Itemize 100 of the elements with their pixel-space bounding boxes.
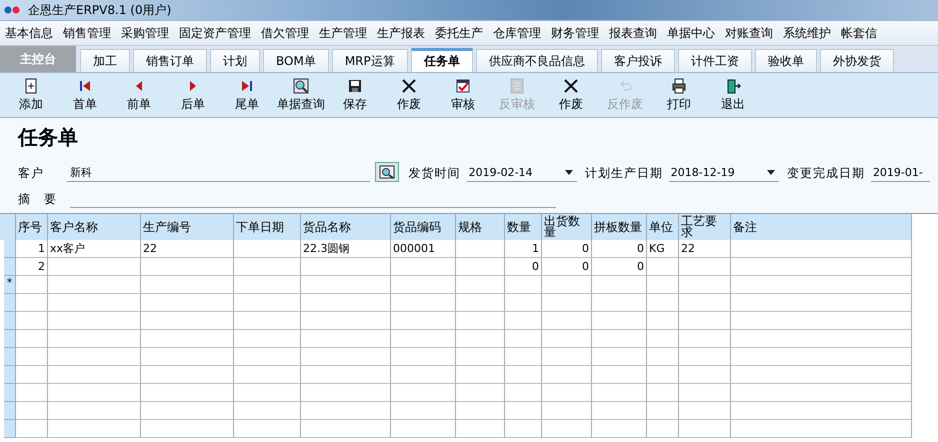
table-cell [592,294,647,312]
table-cell [391,258,456,276]
search-icon [378,165,395,179]
menu-item[interactable]: 报表查询 [604,24,662,42]
table-cell [391,330,456,348]
tab[interactable]: 供应商不良品信息 [476,49,598,72]
tab[interactable]: 加工 [80,49,130,72]
menu-item[interactable]: 单据中心 [662,24,720,42]
table-cell [456,294,505,312]
table-cell [679,330,731,348]
new-row-marker[interactable]: * [4,276,16,294]
search-button[interactable] [375,162,399,182]
table-cell: KG [647,240,679,258]
row-header[interactable] [4,384,16,402]
column-header[interactable]: 出货数量 [542,214,592,240]
tab[interactable]: MRP运算 [332,49,408,72]
menu-item[interactable]: 仓库管理 [488,24,546,42]
menu-item[interactable]: 销售管理 [58,24,116,42]
row-header[interactable] [4,294,16,312]
menu-item[interactable]: 生产报表 [372,24,430,42]
toolbar-button[interactable]: 保存 [328,78,382,112]
row-header[interactable] [4,258,16,276]
table-cell [679,312,731,330]
date-field[interactable]: 2019-02-14 [466,164,577,182]
toolbar-button[interactable]: 单据查询 [274,78,328,112]
tab[interactable]: 销售订单 [133,49,207,72]
column-header[interactable]: 客户名称 [48,214,141,240]
toolbar-button[interactable]: 打印 [652,78,706,112]
row-header[interactable] [4,240,16,258]
table-cell [647,384,679,402]
column-header[interactable]: 规格 [456,214,505,240]
tab[interactable]: 计件工资 [678,49,752,72]
toolbar-button[interactable]: 退出 [706,78,760,112]
table-cell [456,402,505,420]
row-header[interactable] [4,312,16,330]
column-header[interactable]: 序号 [16,214,48,240]
column-header[interactable]: 货品编码 [391,214,456,240]
table-cell [16,312,48,330]
menu-item[interactable]: 系统维护 [778,24,836,42]
tab[interactable]: 外协发货 [820,49,894,72]
table-cell [647,348,679,366]
row-header[interactable] [4,330,16,348]
menu-item[interactable]: 基本信息 [0,24,58,42]
menu-item[interactable]: 采购管理 [116,24,174,42]
menu-item[interactable]: 帐套信 [836,24,882,42]
column-header[interactable]: 工艺要求 [679,214,731,240]
tab[interactable]: 计划 [210,49,260,72]
table-cell [592,402,647,420]
table-cell [679,276,731,294]
date-field[interactable]: 2019-01- [870,164,930,182]
table-cell [456,330,505,348]
toolbar-button[interactable]: 首单 [58,78,112,112]
menu-item[interactable]: 对账查询 [720,24,778,42]
table-cell [234,330,301,348]
menu-item[interactable]: 生产管理 [314,24,372,42]
table-cell [391,276,456,294]
column-header[interactable]: 货品名称 [301,214,391,240]
table-cell: 1 [16,240,48,258]
caret-icon [564,170,573,175]
menu-item[interactable]: 固定资产管理 [174,24,256,42]
tab[interactable]: 客户投诉 [600,49,675,72]
table-cell [647,258,679,276]
toolbar-button[interactable]: 后单 [166,78,220,112]
date-field[interactable]: 2018-12-19 [668,164,779,182]
column-header[interactable]: 生产编号 [141,214,234,240]
field-label: 变更完成日期 [786,165,865,182]
toolbar-button[interactable]: 前单 [112,78,166,112]
column-header[interactable]: 单位 [647,214,679,240]
tab[interactable]: 验收单 [754,49,817,72]
field-label: 客户 [18,165,45,182]
customer-field[interactable]: 新科 [67,164,370,182]
table-cell [16,294,48,312]
toolbar-button[interactable]: 作废 [382,78,436,112]
row-header[interactable] [4,348,16,366]
table-cell [16,402,48,420]
cross-icon [563,78,579,94]
row-header[interactable] [4,402,16,420]
menu-item[interactable]: 委托生产 [430,24,488,42]
column-header[interactable]: 备注 [731,214,912,240]
row-header[interactable] [4,366,16,384]
table-cell [542,420,592,438]
toolbar-button[interactable]: 尾单 [220,78,274,112]
menu-item[interactable]: 借欠管理 [256,24,314,42]
tab[interactable]: BOM单 [263,49,329,72]
column-header[interactable]: 下单日期 [234,214,301,240]
table-cell [505,420,542,438]
column-header[interactable]: 拼板数量 [592,214,647,240]
row-header[interactable] [4,420,16,438]
toolbar-button[interactable]: 审核 [436,78,490,112]
tab[interactable]: 任务单 [410,48,473,72]
table-cell [542,330,592,348]
table-cell: 0 [592,240,647,258]
table-cell [234,384,301,402]
table-cell [679,366,731,384]
table-cell [592,348,647,366]
toolbar-button[interactable]: 添加 [4,78,58,112]
toolbar-button[interactable]: 作废 [544,78,598,112]
table-cell [16,330,48,348]
menu-item[interactable]: 财务管理 [546,24,604,42]
column-header[interactable]: 数量 [505,214,542,240]
